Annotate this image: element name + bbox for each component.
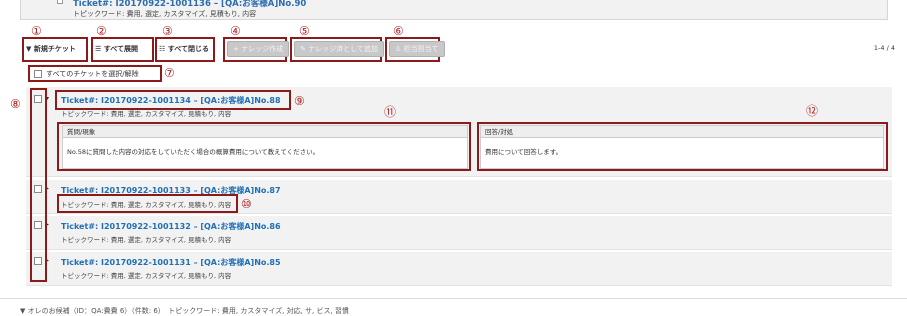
new-ticket-button[interactable]: ▼ 新規チケット <box>26 44 76 54</box>
ticket-title-link[interactable]: Ticket#: I20170922-1001132 – [QA:お客様A]No… <box>61 221 281 232</box>
assign-owner-label: 担当割当て <box>403 45 439 53</box>
marker-10: ⑩ <box>241 197 252 211</box>
marker-9: ⑨ <box>294 94 305 108</box>
link-icon: ✎ <box>300 45 309 53</box>
previous-ticket-row[interactable]: Ticket#: I20170922-1001136 – [QA:お客様A]No… <box>20 0 888 20</box>
collapse-list-icon: ☷ <box>159 45 168 53</box>
assign-owner-button[interactable]: ♙ 担当割当て <box>389 41 445 57</box>
select-all-checkbox[interactable] <box>34 70 42 78</box>
ticket-keywords: トピックワード: 費用, 選定, カスタマイズ, 見積もり, 内容 <box>61 272 232 280</box>
new-ticket-label: 新規チケット <box>33 45 76 53</box>
caret-down-icon: ▼ <box>26 45 34 53</box>
ticket-title-link[interactable]: Ticket#: I20170922-1001134 – [QA:お客様A]No… <box>61 95 281 106</box>
marker-2: ② <box>96 24 107 38</box>
marker-3: ③ <box>162 24 173 38</box>
expand-all-label: すべて展開 <box>103 45 138 53</box>
collapse-all-label: すべて閉じる <box>167 45 209 53</box>
add-as-knowledge-button[interactable]: ✎ ナレッジ済として追加 <box>294 41 384 57</box>
marker-7: ⑦ <box>164 66 175 80</box>
ticket-keywords: トピックワード: 費用, 選定, カスタマイズ, 見積もり, 内容 <box>73 10 257 18</box>
checkbox[interactable] <box>57 0 63 4</box>
collapse-all-button[interactable]: ☷ すべて閉じる <box>159 44 209 54</box>
highlight-checkbox-column <box>30 88 47 282</box>
ticket-title-link[interactable]: Ticket#: I20170922-1001131 – [QA:お客様A]No… <box>61 257 281 268</box>
marker-11: ⑪ <box>384 105 397 119</box>
expand-all-button[interactable]: ☰ すべて展開 <box>95 44 138 54</box>
add-as-knowledge-label: ナレッジ済として追加 <box>308 45 378 53</box>
next-group-header[interactable]: ▼ オレのお候補（ID：QA:費費 6）（件数: 6） トピックワード: 費用,… <box>0 298 907 315</box>
select-all-label[interactable]: すべてのチケットを選択/解除 <box>46 69 139 79</box>
create-knowledge-button[interactable]: + ナレッジ作成 <box>227 41 290 57</box>
marker-1: ① <box>31 24 42 38</box>
highlight-question <box>57 122 471 171</box>
ticket-keywords: トピックワード: 費用, 選定, カスタマイズ, 見積もり, 内容 <box>61 201 232 209</box>
expand-list-icon: ☰ <box>95 45 104 53</box>
highlight-answer <box>477 122 888 171</box>
marker-4: ④ <box>230 24 241 38</box>
ticket-keywords: トピックワード: 費用, 選定, カスタマイズ, 見積もり, 内容 <box>61 110 232 118</box>
marker-6: ⑥ <box>393 24 404 38</box>
next-group-label: ▼ オレのお候補（ID：QA:費費 6）（件数: 6） トピックワード: 費用,… <box>20 307 349 315</box>
result-count: 1-4 / 4 <box>873 44 895 52</box>
create-knowledge-label: ナレッジ作成 <box>241 45 284 53</box>
user-icon: ♙ <box>395 45 404 53</box>
plus-icon: + <box>233 45 242 53</box>
marker-5: ⑤ <box>299 24 310 38</box>
ticket-keywords: トピックワード: 費用, 選定, カスタマイズ, 見積もり, 内容 <box>61 236 232 244</box>
ticket-title-link[interactable]: Ticket#: I20170922-1001136 – [QA:お客様A]No… <box>73 0 306 9</box>
marker-8: ⑧ <box>10 97 21 111</box>
marker-12: ⑫ <box>806 104 819 118</box>
